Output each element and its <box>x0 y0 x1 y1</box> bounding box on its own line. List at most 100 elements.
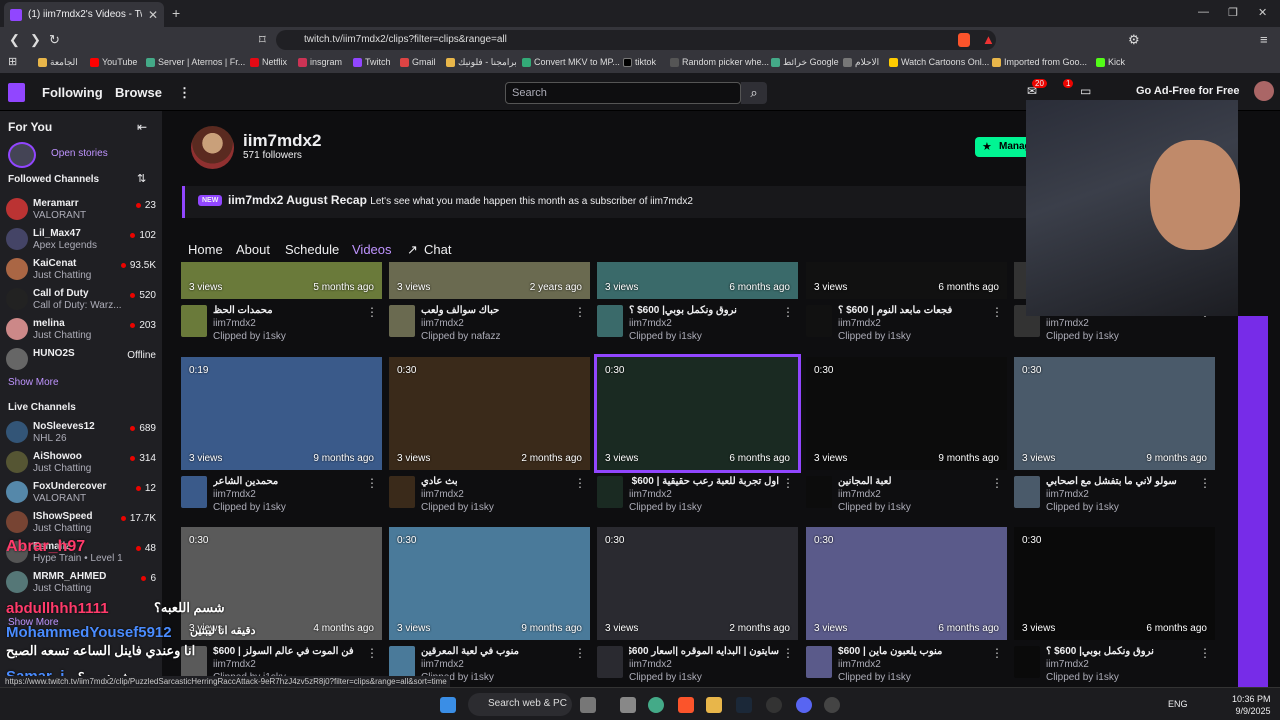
bookmark-item[interactable]: الاحلام <box>843 57 879 68</box>
bookmark-item[interactable]: Random picker whe... <box>670 57 769 67</box>
sidebar-channel[interactable]: MRMR_AHMED Just Chatting 6 <box>6 569 156 599</box>
close-window-icon[interactable]: ✕ <box>1258 6 1267 19</box>
clip-channel[interactable]: iim7mdx2 <box>1046 659 1089 670</box>
brave-shield-icon[interactable] <box>958 33 970 47</box>
url-field[interactable]: twitch.tv/iim7mdx2/clips?filter=clips&ra… <box>276 30 996 50</box>
user-avatar[interactable] <box>1254 81 1274 101</box>
clip-clipper[interactable]: Clipped by i1sky <box>1046 672 1119 683</box>
show-more-followed[interactable]: Show More <box>8 377 59 388</box>
clip-clipper[interactable]: Clipped by i1sky <box>629 502 702 513</box>
bookmark-item[interactable]: Imported from Goo... <box>992 57 1087 67</box>
clip-title[interactable]: نروق ونكمل بوبي| 600$ ؟ <box>629 305 779 316</box>
game-box-art[interactable] <box>389 305 415 337</box>
search-input[interactable]: Search <box>505 82 741 104</box>
clip-channel[interactable]: iim7mdx2 <box>629 318 672 329</box>
bookmark-item[interactable]: Watch Cartoons Onl... <box>889 57 989 67</box>
clip-channel[interactable]: iim7mdx2 <box>629 659 672 670</box>
game-box-art[interactable] <box>806 646 832 678</box>
chrome-icon[interactable] <box>648 697 664 713</box>
sidebar-channel[interactable]: AiShowoo Just Chatting 314 <box>6 449 156 479</box>
clip-channel[interactable]: iim7mdx2 <box>838 659 881 670</box>
more-options-icon[interactable]: ⋮ <box>574 476 586 490</box>
bookmark-item[interactable]: Twitch <box>353 57 391 67</box>
clip-title[interactable]: فن الموت في عالم السولز | 600$ <box>213 646 363 657</box>
sidebar-channel[interactable]: KaiCenat Just Chatting 93.5K <box>6 256 156 286</box>
clip-thumbnail[interactable]: 3 views 5 months ago <box>181 262 382 299</box>
sidebar-channel[interactable]: FoxUndercover VALORANT 12 <box>6 479 156 509</box>
clip-thumbnail[interactable]: 3 views 2 years ago <box>389 262 590 299</box>
clip-thumbnail[interactable]: 0:30 3 views 9 months ago <box>1014 357 1215 470</box>
bookmark-item[interactable]: الجامعة <box>38 57 78 68</box>
bookmark-item[interactable]: tiktok <box>623 57 656 67</box>
steam-icon[interactable] <box>736 697 752 713</box>
clip-channel[interactable]: iim7mdx2 <box>421 659 464 670</box>
settings-icon[interactable] <box>824 697 840 713</box>
menu-icon[interactable]: ≡ <box>1260 32 1268 47</box>
sidebar-channel[interactable]: IShowSpeed Just Chatting 17.7K <box>6 509 156 539</box>
clip-thumbnail[interactable]: 0:30 3 views 6 months ago <box>1014 527 1215 640</box>
brave-icon[interactable] <box>678 697 694 713</box>
bookmark-item[interactable]: Convert MKV to MP... <box>522 57 620 67</box>
clip-thumbnail[interactable]: 0:30 3 views 9 months ago <box>389 527 590 640</box>
clip-clipper[interactable]: Clipped by i1sky <box>213 331 286 342</box>
clip-clipper[interactable]: Clipped by i1sky <box>629 672 702 683</box>
tab-about[interactable]: About <box>236 242 270 257</box>
open-stories-link[interactable]: Open stories <box>51 148 108 159</box>
clip-channel[interactable]: iim7mdx2 <box>1046 489 1089 500</box>
folder-icon[interactable] <box>706 697 722 713</box>
tab-home[interactable]: Home <box>188 242 223 257</box>
more-options-icon[interactable]: ⋮ <box>782 305 794 319</box>
game-box-art[interactable] <box>806 305 832 337</box>
channel-avatar[interactable] <box>191 126 234 169</box>
bookmark-item[interactable]: Server | Aternos | Fr... <box>146 57 245 67</box>
more-options-icon[interactable]: ⋮ <box>1199 476 1211 490</box>
rewards-icon[interactable]: ▲ <box>982 32 995 47</box>
collapse-sidebar-icon[interactable]: ⇤ <box>137 120 147 134</box>
bookmark-item[interactable]: Gmail <box>400 57 436 67</box>
more-icon[interactable]: ⋮ <box>178 85 191 101</box>
search-icon[interactable]: ⌕ <box>741 82 767 104</box>
clip-channel[interactable]: iim7mdx2 <box>213 659 256 670</box>
clip-thumbnail[interactable]: 0:30 3 views 6 months ago <box>806 527 1007 640</box>
task-view-icon[interactable] <box>580 697 596 713</box>
bookmark-item[interactable]: YouTube <box>90 57 137 67</box>
sidebar-channel[interactable]: melina Just Chatting 203 <box>6 316 156 346</box>
tab-schedule[interactable]: Schedule <box>285 242 339 257</box>
game-box-art[interactable] <box>806 476 832 508</box>
bookmark-item[interactable]: برامجنا - فلونيك <box>446 57 517 68</box>
more-options-icon[interactable]: ⋮ <box>991 646 1003 660</box>
more-options-icon[interactable]: ⋮ <box>574 646 586 660</box>
clip-channel[interactable]: iim7mdx2 <box>213 489 256 500</box>
game-box-art[interactable] <box>389 646 415 678</box>
clip-thumbnail[interactable]: 0:30 3 views 9 months ago <box>806 357 1007 470</box>
taskbar-search[interactable]: Search web & PC <box>468 693 572 716</box>
discord-icon[interactable] <box>796 697 812 713</box>
clip-thumbnail[interactable]: 3 views 6 months ago <box>597 262 798 299</box>
following-link[interactable]: Following <box>42 85 103 100</box>
clip-title[interactable]: سولو لاني ما بتفشل مع اصحابي <box>1046 476 1196 487</box>
clip-channel[interactable]: iim7mdx2 <box>838 489 881 500</box>
more-options-icon[interactable]: ⋮ <box>991 305 1003 319</box>
game-box-art[interactable] <box>389 476 415 508</box>
tab-videos[interactable]: Videos <box>352 242 392 257</box>
bookmark-item[interactable]: خرائط Google <box>771 57 839 68</box>
language-indicator[interactable]: ENG <box>1168 699 1188 709</box>
sidebar-channel[interactable]: Lil_Max47 Apex Legends 102 <box>6 226 156 256</box>
clock[interactable]: 10:36 PM 9/9/2025 <box>1232 693 1271 717</box>
forward-icon[interactable]: ❯ <box>30 32 41 48</box>
minimize-icon[interactable]: — <box>1198 6 1209 18</box>
clip-title[interactable]: منوب يلعبون ماين | 600$ <box>838 646 988 657</box>
channel-name[interactable]: iim7mdx2 <box>243 131 321 151</box>
clip-clipper[interactable]: Clipped by i1sky <box>1046 331 1119 342</box>
clip-title[interactable]: بث عادي <box>421 476 571 487</box>
clip-title[interactable]: محمدات الحظ <box>213 305 363 316</box>
game-box-art[interactable] <box>597 476 623 508</box>
bookmark-icon[interactable]: ⌑ <box>259 32 266 48</box>
clip-title[interactable]: محمدين الشاعر <box>213 476 363 487</box>
more-options-icon[interactable]: ⋮ <box>366 476 378 490</box>
clip-clipper[interactable]: Clipped by nafazz <box>421 331 501 342</box>
clip-title[interactable]: سايتون | البدايه الموقره |اسعار 600$ ؟ <box>629 646 779 657</box>
more-options-icon[interactable]: ⋮ <box>366 305 378 319</box>
more-options-icon[interactable]: ⋮ <box>366 646 378 660</box>
whispers-icon[interactable]: ▭ <box>1080 84 1091 98</box>
